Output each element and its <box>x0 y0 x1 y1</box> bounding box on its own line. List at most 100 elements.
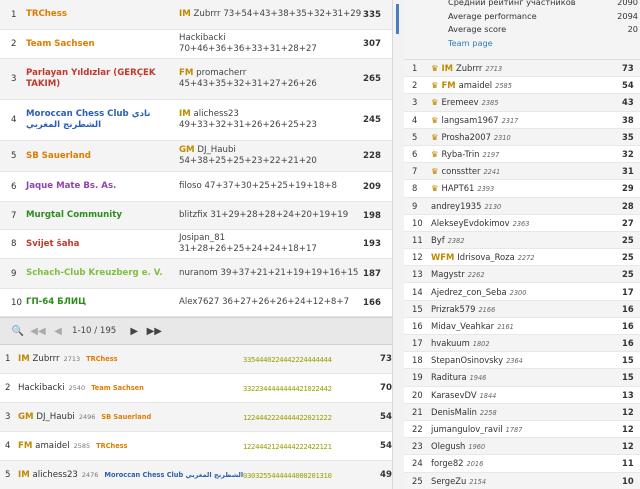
member-name[interactable]: Olegush <box>431 441 465 451</box>
member-name[interactable]: Idrisova_Roza <box>457 252 514 262</box>
team-row[interactable]: 7 Murgtal Community blitzfix 31+29+28+28+2… <box>0 202 392 230</box>
member-name[interactable]: Prizrak579 <box>431 304 475 314</box>
team-name[interactable]: TRChess <box>26 9 179 20</box>
member-name[interactable]: Midav_Veahkar <box>431 321 494 331</box>
member-row[interactable]: 15 Prizrak579 2166 16 <box>404 300 640 318</box>
player-name[interactable]: alichess23 <box>32 470 77 480</box>
member-name[interactable]: KarasevDV <box>431 390 477 400</box>
player-name[interactable]: Zubrrr <box>32 354 59 364</box>
player-row[interactable]: 5 IM alichess23 2476 Moroccan Chess Club نا… <box>0 461 392 489</box>
member-row[interactable]: 17 hvakuum 1802 16 <box>404 335 640 353</box>
player-name[interactable]: blitzfix <box>179 210 208 220</box>
player-row[interactable]: 2 Hackibacki 2540 Team Sachsen 3322344444444… <box>0 374 392 403</box>
team-name[interactable]: Moroccan Chess Club نادي الشطرنج المغربي <box>26 109 179 131</box>
team-name[interactable]: SB Sauerland <box>26 151 179 162</box>
player-row[interactable]: 4 FM amaidel 2585 TRChess 122444212444422242… <box>0 432 392 461</box>
member-row[interactable]: 19 Raditura 1946 15 <box>404 369 640 387</box>
scrollbar[interactable] <box>392 0 404 489</box>
member-row[interactable]: 2 ♛ FM amaidel 2585 54 <box>404 77 640 95</box>
player-row[interactable]: 1 IM Zubrrr 2713 TRChess 3354440224442224444… <box>0 345 392 374</box>
player-name[interactable]: nuranom <box>179 268 218 278</box>
member-row[interactable]: 8 ♛ HAPT61 2393 29 <box>404 180 640 198</box>
member-name[interactable]: DenisMalin <box>431 407 477 417</box>
team-name[interactable]: Murgtal Community <box>26 210 179 221</box>
member-name[interactable]: jumangulov_ravil <box>431 424 503 434</box>
player-name[interactable]: Hackibacki <box>18 383 65 393</box>
member-name[interactable]: amaidel <box>459 80 493 90</box>
member-name[interactable]: consstter <box>442 166 481 176</box>
member-name[interactable]: forge82 <box>431 458 464 468</box>
member-name[interactable]: StepanOsinovsky <box>431 355 503 365</box>
member-row[interactable]: 23 Olegush 1960 12 <box>404 438 640 456</box>
prev-page-icon[interactable]: ◀ <box>48 326 68 337</box>
team-row[interactable]: 3 Parlayan Yıldızlar (GERÇEK TAKIM) FM pro… <box>0 59 392 100</box>
player-name[interactable]: filoso <box>179 181 202 191</box>
search-icon[interactable]: 🔍 <box>8 326 28 337</box>
member-row[interactable]: 7 ♛ consstter 2241 31 <box>404 163 640 181</box>
team-name[interactable]: Svijet šaha <box>26 239 179 250</box>
member-row[interactable]: 21 DenisMalin 2258 12 <box>404 403 640 421</box>
player-team[interactable]: TRChess <box>96 442 127 450</box>
member-name[interactable]: hvakuum <box>431 338 470 348</box>
team-row[interactable]: 8 Svijet šaha Josipan_81 31+28+26+25+24+24… <box>0 230 392 259</box>
member-row[interactable]: 25 SergeZu 2154 10 <box>404 472 640 489</box>
scrollbar-thumb[interactable] <box>396 4 399 34</box>
member-name[interactable]: HAPT61 <box>442 183 475 193</box>
player-name[interactable]: amaidel <box>35 441 69 451</box>
team-row[interactable]: 1 TRChess IM Zubrrr 73+54+43+38+35+32+31+2… <box>0 0 392 30</box>
player-name[interactable]: DJ_Haubi <box>36 412 74 422</box>
player-name[interactable]: Hackibacki <box>179 33 226 43</box>
member-row[interactable]: 18 StepanOsinovsky 2364 15 <box>404 352 640 370</box>
last-page-icon[interactable]: ▶▶ <box>144 326 164 337</box>
member-name[interactable]: Magystr <box>431 269 465 279</box>
member-row[interactable]: 9 andrey1935 2130 28 <box>404 197 640 215</box>
member-row[interactable]: 5 ♛ Prosha2007 2310 35 <box>404 128 640 146</box>
member-row[interactable]: 4 ♛ langsam1967 2317 38 <box>404 112 640 129</box>
team-row[interactable]: 5 SB Sauerland GM DJ_Haubi 54+38+25+25+23+… <box>0 141 392 172</box>
member-name[interactable]: Raditura <box>431 372 467 382</box>
player-name[interactable]: DJ_Haubi <box>197 145 235 155</box>
member-name[interactable]: Zubrrr <box>456 63 482 73</box>
player-name[interactable]: Zubrrr <box>193 9 220 19</box>
team-page-link[interactable]: Team page <box>448 37 493 51</box>
player-name[interactable]: promacherr <box>196 68 246 78</box>
member-name[interactable]: Eremeev <box>442 97 479 107</box>
team-name[interactable]: Team Sachsen <box>26 39 179 50</box>
team-row[interactable]: 6 Jaque Mate Bs. As. filoso 47+37+30+25+25… <box>0 172 392 202</box>
member-name[interactable]: AlekseyEvdokimov <box>431 218 510 228</box>
member-name[interactable]: langsam1967 <box>442 115 499 125</box>
team-row[interactable]: 2 Team Sachsen Hackibacki 70+46+36+36+33+3… <box>0 30 392 59</box>
member-row[interactable]: 1 ♛ IM Zubrrr 2713 73 <box>404 60 640 78</box>
team-name[interactable]: Schach-Club Kreuzberg e. V. <box>26 268 179 279</box>
team-row[interactable]: 4 Moroccan Chess Club نادي الشطرنج المغرب… <box>0 100 392 141</box>
member-name[interactable]: andrey1935 <box>431 201 481 211</box>
member-row[interactable]: 10 AlekseyEvdokimov 2363 27 <box>404 215 640 232</box>
member-row[interactable]: 14 Ajedrez_con_Seba 2300 17 <box>404 283 640 301</box>
player-team[interactable]: TRChess <box>86 355 117 363</box>
member-row[interactable]: 13 Magystr 2262 25 <box>404 266 640 284</box>
team-name[interactable]: ГП-64 БЛИЦ <box>26 297 179 308</box>
member-row[interactable]: 12 WFM Idrisova_Roza 2272 25 <box>404 249 640 267</box>
member-row[interactable]: 16 Midav_Veahkar 2161 16 <box>404 318 640 335</box>
first-page-icon[interactable]: ◀◀ <box>28 326 48 337</box>
team-row[interactable]: 9 Schach-Club Kreuzberg e. V. nuranom 39+3… <box>0 259 392 289</box>
team-name[interactable]: Jaque Mate Bs. As. <box>26 181 179 192</box>
member-row[interactable]: 20 KarasevDV 1844 13 <box>404 387 640 404</box>
player-team[interactable]: Moroccan Chess Club نادي الشطرنج المغربي <box>104 471 243 479</box>
member-name[interactable]: Byf <box>431 235 445 245</box>
member-row[interactable]: 11 Byf 2382 25 <box>404 231 640 250</box>
player-name[interactable]: alichess23 <box>193 109 238 119</box>
player-team[interactable]: Team Sachsen <box>91 384 144 392</box>
team-row[interactable]: 10 ГП-64 БЛИЦ Alex7627 36+27+26+26+24+12+8… <box>0 289 392 317</box>
player-team[interactable]: SB Sauerland <box>101 413 151 421</box>
player-name[interactable]: Alex7627 <box>179 297 219 307</box>
member-row[interactable]: 3 ♛ Eremeev 2385 43 <box>404 94 640 112</box>
member-name[interactable]: Ryba-Trin <box>442 149 480 159</box>
member-row[interactable]: 22 jumangulov_ravil 1787 12 <box>404 421 640 439</box>
member-row[interactable]: 6 ♛ Ryba-Trin 2197 32 <box>404 146 640 164</box>
next-page-icon[interactable]: ▶ <box>124 326 144 337</box>
member-name[interactable]: SergeZu <box>431 476 466 486</box>
team-name[interactable]: Parlayan Yıldızlar (GERÇEK TAKIM) <box>26 68 179 90</box>
member-row[interactable]: 24 forge82 2016 11 <box>404 455 640 473</box>
member-name[interactable]: Ajedrez_con_Seba <box>431 287 507 297</box>
